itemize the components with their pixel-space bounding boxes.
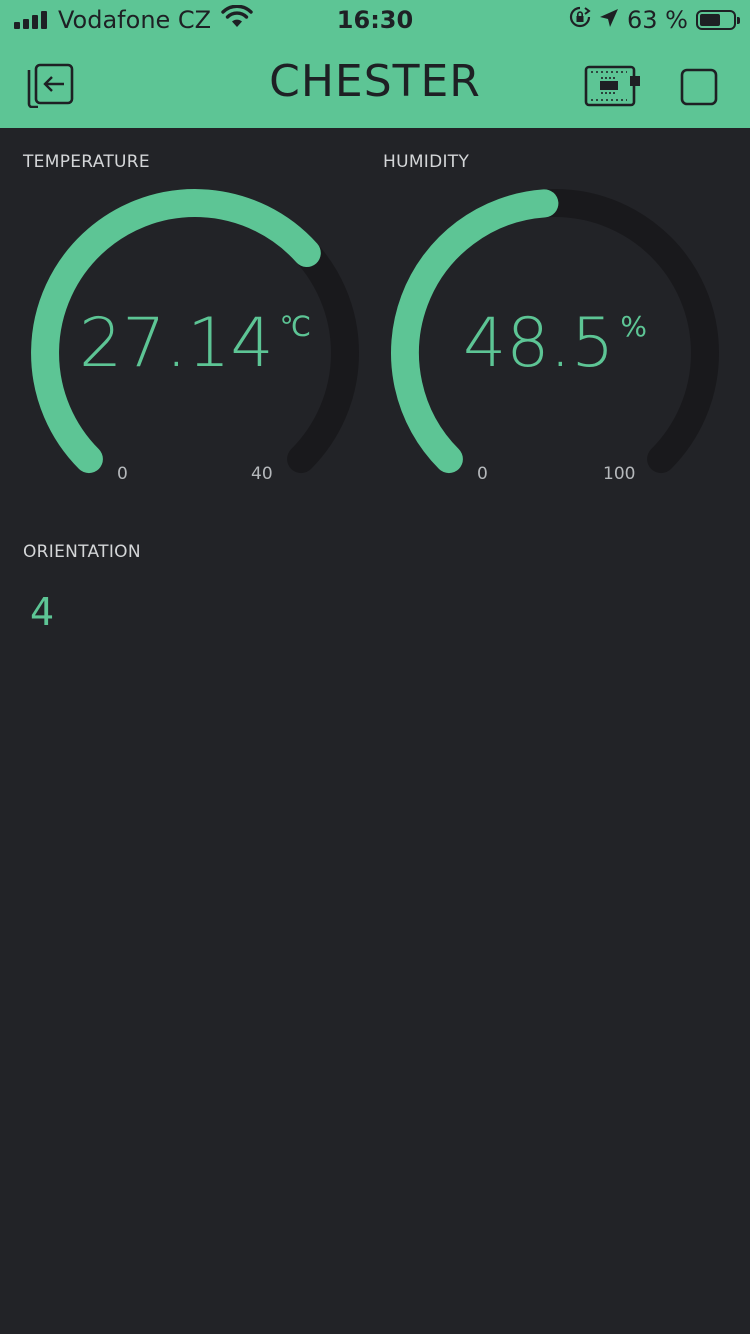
temperature-min: 0 — [117, 464, 128, 484]
temperature-gauge[interactable]: 27.14 ℃ 0 40 — [17, 176, 373, 496]
orientation-value: 4 — [30, 590, 55, 634]
temperature-label: TEMPERATURE — [23, 152, 150, 172]
humidity-value-display: 48.5% — [377, 304, 733, 383]
stop-square-icon — [680, 68, 718, 110]
battery-percent: 63 % — [627, 6, 688, 34]
rotation-lock-icon — [569, 6, 591, 34]
humidity-unit: % — [620, 310, 647, 343]
status-bar: Vodafone CZ 16:30 63 % — [0, 0, 750, 40]
stop-button[interactable] — [680, 68, 718, 110]
location-arrow-icon — [599, 6, 619, 34]
app-header: Vodafone CZ 16:30 63 % CHESTER — [0, 0, 750, 128]
orientation-label: ORIENTATION — [23, 542, 141, 562]
humidity-value: 48.5 — [462, 304, 615, 383]
device-button[interactable] — [584, 64, 642, 112]
battery-icon — [696, 10, 740, 30]
humidity-max: 100 — [603, 464, 636, 484]
temperature-value: 27.14 — [78, 304, 274, 383]
humidity-label: HUMIDITY — [383, 152, 470, 172]
humidity-gauge[interactable]: 48.5% 0 100 — [377, 176, 733, 496]
temperature-value-display: 27.14 ℃ — [17, 304, 373, 383]
humidity-min: 0 — [477, 464, 488, 484]
temperature-max: 40 — [251, 464, 273, 484]
device-board-icon — [584, 65, 642, 112]
temperature-unit: ℃ — [279, 310, 312, 343]
